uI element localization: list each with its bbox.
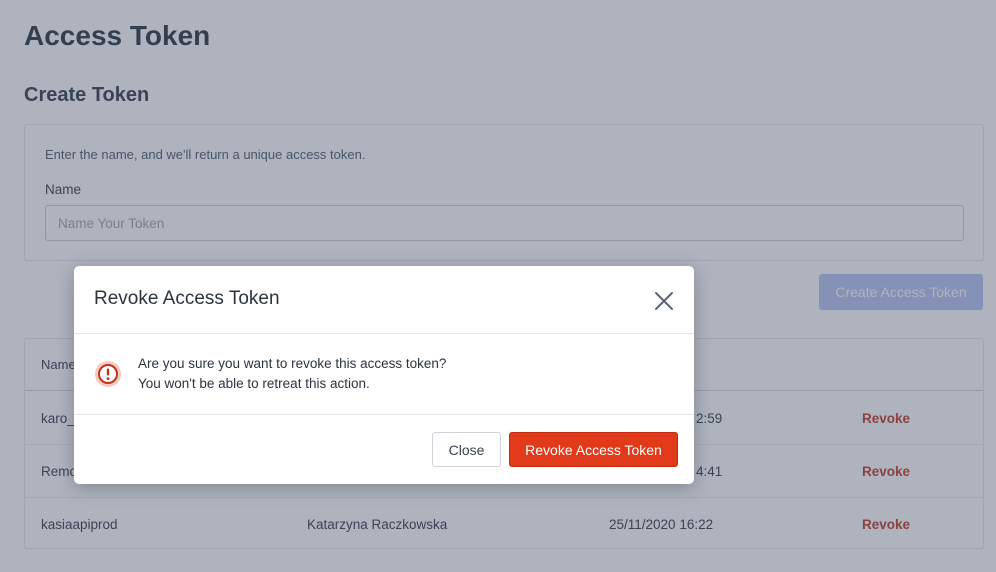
modal-title: Revoke Access Token xyxy=(94,288,280,309)
modal-footer: Close Revoke Access Token xyxy=(74,415,694,484)
modal-message-line-2: You won't be able to retreat this action… xyxy=(138,376,370,391)
close-button[interactable]: Close xyxy=(432,432,501,467)
revoke-token-modal: Revoke Access Token Are you sure you wan… xyxy=(74,266,694,484)
revoke-access-token-button[interactable]: Revoke Access Token xyxy=(509,432,678,467)
modal-message-line-1: Are you sure you want to revoke this acc… xyxy=(138,356,447,371)
modal-body: Are you sure you want to revoke this acc… xyxy=(74,334,694,415)
warning-icon xyxy=(94,360,122,388)
close-icon[interactable] xyxy=(653,290,675,312)
modal-header: Revoke Access Token xyxy=(74,266,694,334)
